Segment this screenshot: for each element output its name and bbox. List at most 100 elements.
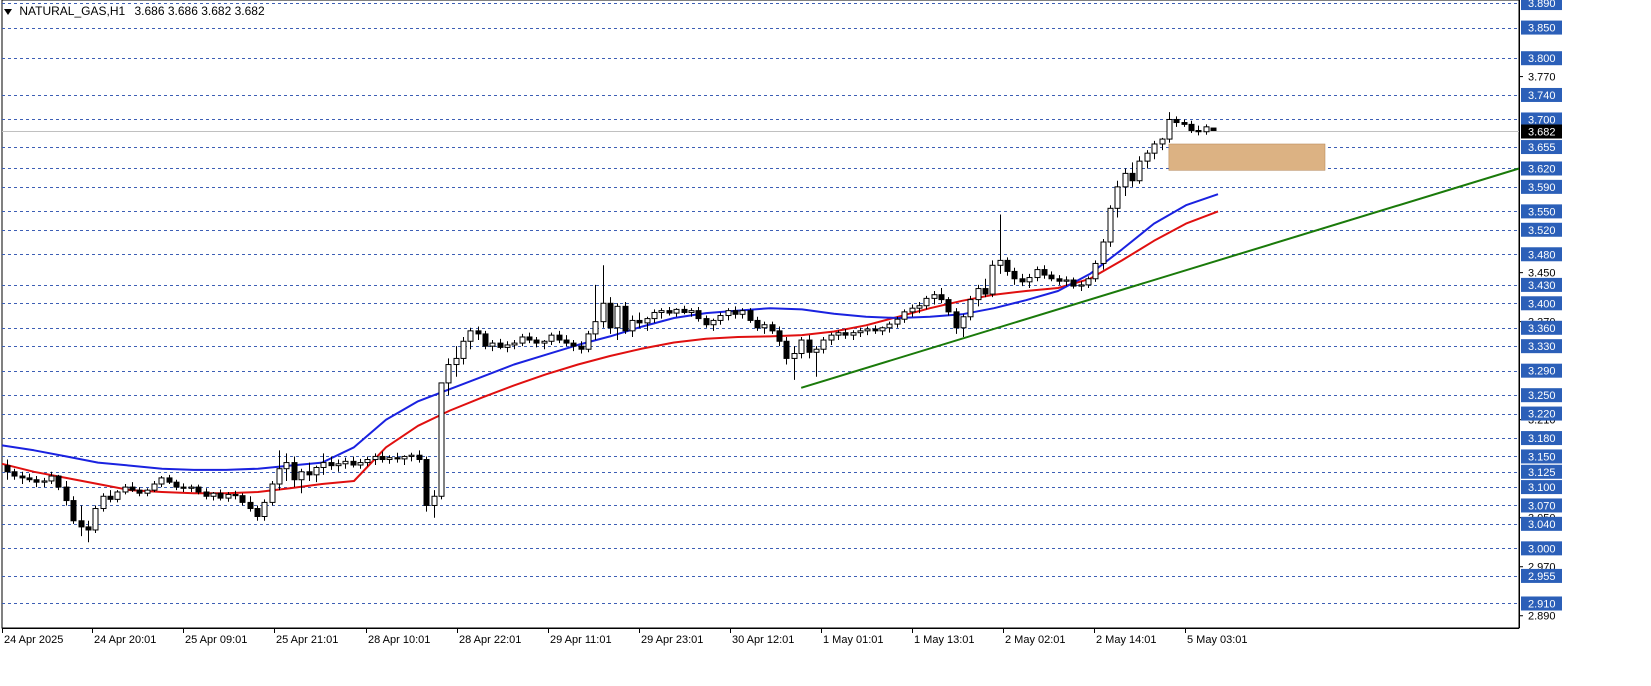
- candle-body: [739, 310, 746, 315]
- time-axis: 24 Apr 2025 24 Apr 20:01 25 Apr 09:01 25 Ap…: [2, 628, 1248, 646]
- candle: [1107, 205, 1114, 247]
- candle-body: [989, 264, 996, 295]
- plot-area: [1, 0, 1520, 629]
- candle-body: [658, 310, 665, 313]
- level-label: 3.430: [1521, 277, 1562, 292]
- candle: [585, 330, 592, 353]
- level-label-text: 3.360: [1528, 323, 1556, 335]
- level-label-text: 3.330: [1528, 341, 1556, 353]
- level-label-text: 3.040: [1528, 519, 1556, 531]
- candle-body: [982, 288, 989, 295]
- candle-body: [1114, 186, 1121, 209]
- price-zone: [1168, 143, 1326, 171]
- candle-body: [967, 299, 974, 318]
- candle: [482, 330, 489, 350]
- candle-body: [1159, 138, 1166, 145]
- candle-body: [850, 332, 857, 336]
- candle-body: [1188, 123, 1195, 132]
- candle-body: [239, 495, 246, 503]
- candle-body: [1034, 269, 1041, 279]
- candle-body: [754, 319, 761, 329]
- candle-body: [195, 486, 202, 493]
- level-label-text: 3.290: [1528, 366, 1556, 378]
- level-label: 3.180: [1521, 431, 1562, 446]
- price-chart[interactable]: 3.7703.4503.3703.2103.0502.9702.8903.890…: [0, 0, 1651, 686]
- candle-body: [11, 471, 18, 477]
- candle-body: [960, 316, 967, 329]
- candle-body: [776, 330, 783, 342]
- candle-body: [651, 311, 658, 320]
- candle-body: [453, 357, 460, 366]
- level-label: 3.590: [1521, 179, 1562, 194]
- candle-body: [923, 297, 930, 307]
- candle-body: [372, 455, 379, 461]
- level-label: 3.655: [1521, 140, 1562, 155]
- time-label: 2 May 02:01: [1005, 634, 1066, 646]
- level-label: 3.740: [1521, 87, 1562, 102]
- candle-body: [283, 462, 290, 470]
- candle-body: [1129, 172, 1136, 182]
- level-label-text: 3.890: [1528, 0, 1556, 10]
- candle-body: [636, 319, 643, 324]
- candle-body: [1100, 241, 1107, 264]
- candle-body: [129, 486, 136, 491]
- level-label: 3.700: [1521, 112, 1562, 127]
- candle-body: [313, 466, 320, 476]
- dropdown-arrow-icon[interactable]: [4, 8, 12, 15]
- candle-body: [1019, 278, 1026, 283]
- candle: [1210, 127, 1217, 132]
- candle-body: [909, 307, 916, 313]
- level-label-text: 3.220: [1528, 409, 1556, 421]
- axis-label: 3.450: [1528, 268, 1556, 280]
- candle-body: [364, 459, 371, 464]
- time-label: 28 Apr 10:01: [368, 634, 430, 646]
- candle-body: [203, 491, 210, 497]
- candle-body: [556, 334, 563, 341]
- candle-body: [386, 457, 393, 461]
- candle-body: [55, 475, 62, 488]
- level-label: 2.910: [1521, 596, 1562, 611]
- candle-body: [1004, 259, 1011, 272]
- level-label-text: 3.430: [1528, 280, 1556, 292]
- candle-body: [328, 462, 335, 467]
- candle-body: [563, 339, 570, 344]
- candle-body: [136, 489, 143, 494]
- candle-body: [519, 336, 526, 344]
- candle-body: [813, 348, 820, 353]
- candle-body: [673, 308, 680, 314]
- candle-body: [151, 483, 158, 491]
- level-label: 3.000: [1521, 541, 1562, 556]
- candle: [100, 493, 107, 512]
- candle-body: [622, 305, 629, 332]
- candle-body: [806, 339, 813, 353]
- candle-body: [666, 310, 673, 314]
- candle: [1092, 260, 1099, 282]
- candle: [989, 260, 996, 298]
- level-label: 3.480: [1521, 247, 1562, 262]
- candle-body: [592, 321, 599, 335]
- candle-body: [48, 475, 55, 482]
- candle-body: [306, 471, 313, 476]
- level-label-text: 3.850: [1528, 23, 1556, 35]
- candle-body: [114, 491, 121, 500]
- candle-body: [482, 333, 489, 347]
- level-label: 3.520: [1521, 222, 1562, 237]
- level-label-text: 3.250: [1528, 390, 1556, 402]
- candle-body: [166, 477, 173, 483]
- level-label-text: 3.550: [1528, 206, 1556, 218]
- candle-body: [835, 332, 842, 336]
- candle-body: [269, 483, 276, 503]
- candle-body: [232, 493, 239, 497]
- candle-body: [710, 319, 717, 326]
- candle-body: [717, 315, 724, 321]
- candle-body: [747, 310, 754, 321]
- candle: [438, 382, 445, 500]
- time-label: 29 Apr 23:01: [641, 634, 703, 646]
- level-label: 3.100: [1521, 480, 1562, 495]
- level-label-text: 3.100: [1528, 482, 1556, 494]
- axis-label: 2.890: [1528, 611, 1556, 623]
- candle-body: [1063, 279, 1070, 282]
- candle-body: [180, 486, 187, 489]
- candle-body: [401, 455, 408, 460]
- time-label: 24 Apr 20:01: [94, 634, 156, 646]
